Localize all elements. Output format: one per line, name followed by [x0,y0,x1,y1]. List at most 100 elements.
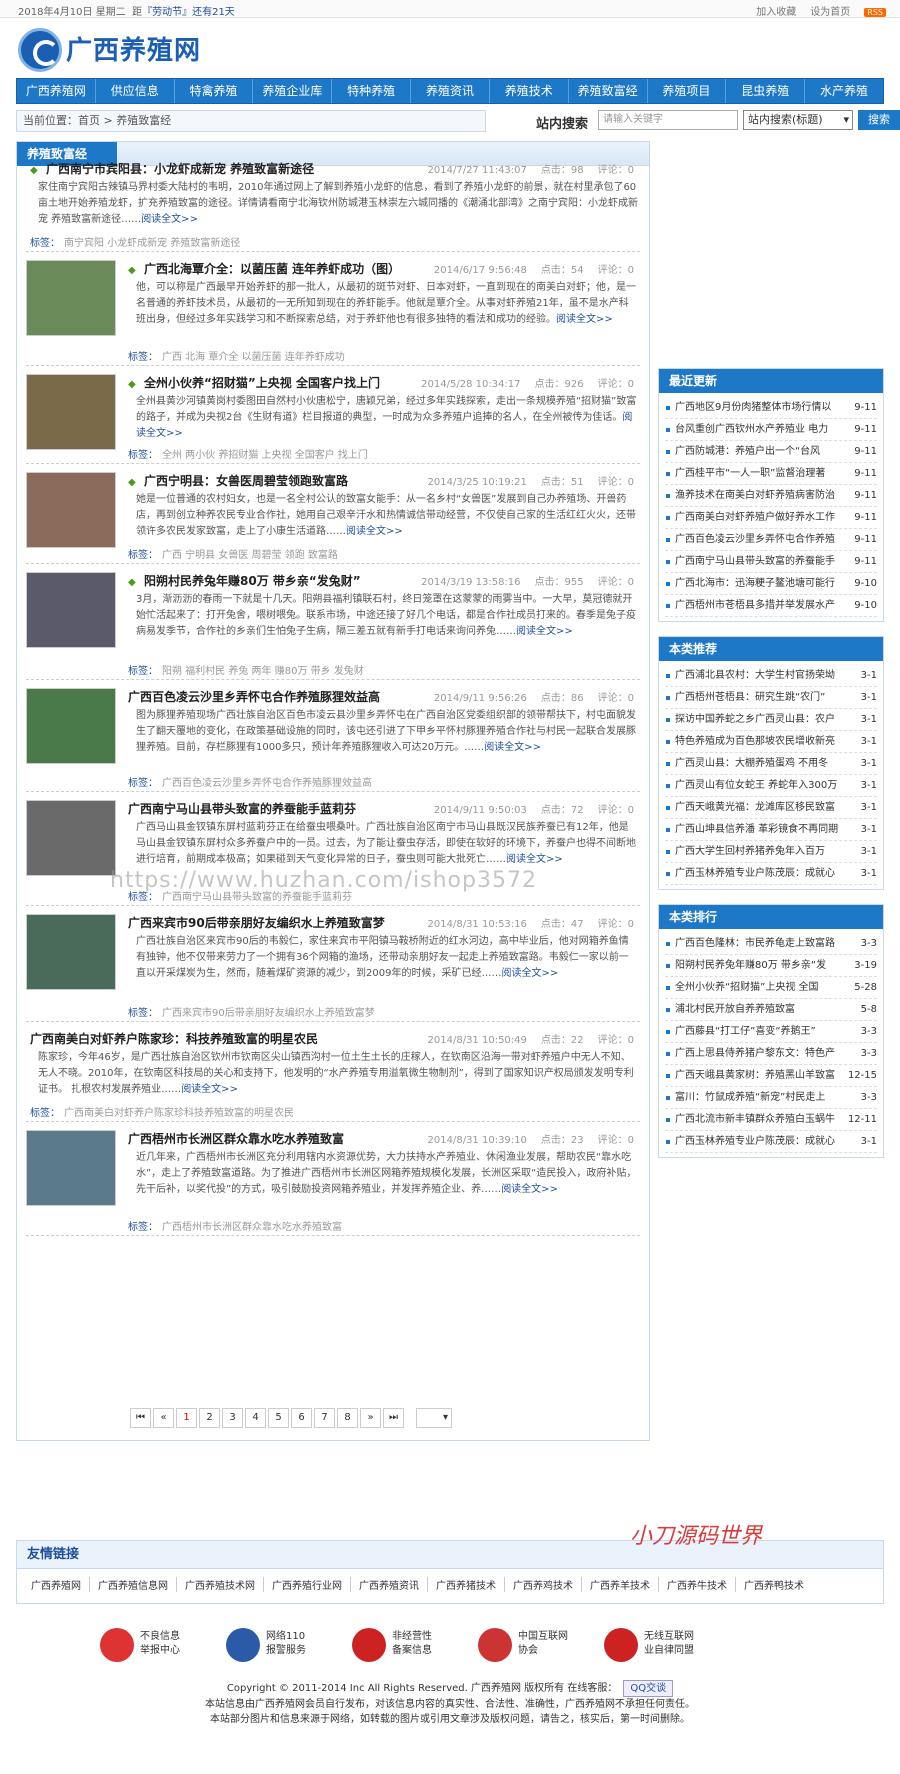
rss-icon[interactable]: RSS [864,8,886,17]
page-button[interactable]: 5 [268,1408,289,1428]
read-more-link[interactable]: 阅读全文>> [556,314,613,325]
tags-text[interactable]: 广西南宁马山县带头致富的养蚕能手蓝莉芬 [162,892,352,903]
side-list-item[interactable]: 广西地区9月份肉猪整体市场行情以 9-11 [665,397,877,419]
friend-link[interactable]: 广西养牛技术 [659,1577,736,1592]
read-more-link[interactable]: 阅读全文>> [181,1084,238,1095]
friend-link[interactable]: 广西养鸡技术 [505,1577,582,1592]
page-button[interactable]: 4 [245,1408,266,1428]
side-list-item[interactable]: 广西梧州市苍梧县多措并举发展水产 9-10 [665,595,877,617]
nav-item[interactable]: 养殖资讯 [411,79,490,103]
side-list-item[interactable]: 广西上思县侍养猪户黎东文：特色产 3-3 [665,1043,877,1065]
page-button[interactable]: ⏮ [130,1408,151,1428]
page-button[interactable]: 2 [199,1408,220,1428]
article-thumbnail[interactable] [26,572,116,648]
article-title[interactable]: 广西梧州市长洲区群众靠水吃水养殖致富 [128,1130,344,1147]
side-list-item[interactable]: 浦北村民开放自养养殖致富 5-8 [665,999,877,1021]
nav-item[interactable]: 养殖技术 [490,79,569,103]
set-homepage-link[interactable]: 设为首页 [810,7,850,18]
nav-item[interactable]: 特禽养殖 [175,79,254,103]
side-list-item[interactable]: 广西防城港：养殖户出一个“台风 9-11 [665,441,877,463]
friend-link[interactable]: 广西养殖行业网 [264,1577,351,1592]
article-title[interactable]: 广西百色凌云沙里乡弄怀屯合作养殖豚狸效益高 [128,688,380,705]
tags-text[interactable]: 南宁宾阳 小龙虾成新宠 养殖致富新途径 [64,238,240,249]
page-button[interactable]: 7 [314,1408,335,1428]
add-favorite-link[interactable]: 加入收藏 [756,7,796,18]
side-list-item[interactable]: 广西百色凌云沙里乡弄怀屯合作养殖 9-11 [665,529,877,551]
side-list-item[interactable]: 富川：竹鼠成养殖“新宠”村民走上 3-3 [665,1087,877,1109]
read-more-link[interactable]: 阅读全文>> [501,1184,558,1195]
read-more-link[interactable]: 阅读全文>> [516,626,573,637]
tags-text[interactable]: 广西百色凌云沙里乡弄怀屯合作养殖豚狸效益高 [162,778,372,789]
read-more-link[interactable]: 阅读全文>> [484,742,541,753]
nav-item[interactable]: 养殖企业库 [253,79,333,103]
friend-link[interactable]: 广西养殖资讯 [351,1577,428,1592]
article-thumbnail[interactable] [26,374,116,450]
holiday-link[interactable]: 『劳动节』还有21天 [142,7,235,18]
side-list-item[interactable]: 特色养殖成为百色那坡农民增收新亮 3-1 [665,731,877,753]
article-thumbnail[interactable] [26,688,116,764]
side-list-item[interactable]: 广西南宁马山县带头致富的养蚕能手 9-11 [665,551,877,573]
friend-link[interactable]: 广西养猪技术 [428,1577,505,1592]
side-list-item[interactable]: 广西天峨县黄家树：养殖黑山羊致富 12-15 [665,1065,877,1087]
nav-item[interactable]: 养殖项目 [648,79,727,103]
tags-text[interactable]: 广西 宁明县 女兽医 周碧莹 领跑 致富路 [162,550,338,561]
trust-badge[interactable]: 非经营性 备案信息 [352,1624,472,1664]
side-list-item[interactable]: 广西玉林养殖专业户陈茂辰：成就心 3-1 [665,1131,877,1153]
article-title[interactable]: ◆ 全州小伙养“招财猫”上央视 全国客户找上门 [128,374,380,391]
friend-link[interactable]: 广西养殖网 [23,1577,90,1592]
side-list-item[interactable]: 广西桂平市“一人一职”监督治理著 9-11 [665,463,877,485]
article-title[interactable]: ◆ 广西南宁市宾阳县：小龙虾成新宠 养殖致富新途径 [30,160,314,177]
read-more-link[interactable]: 阅读全文>> [506,854,563,865]
side-list-item[interactable]: 台风重创广西钦州水产养殖业 电力 9-11 [665,419,877,441]
friend-link[interactable]: 广西养殖信息网 [90,1577,177,1592]
side-list-item[interactable]: 探访中国养蛇之乡广西灵山县：农户 3-1 [665,709,877,731]
article-thumbnail[interactable] [26,914,116,990]
side-list-item[interactable]: 阳朔村民养兔年赚80万 带乡亲“发 3-19 [665,955,877,977]
side-list-item[interactable]: 广西南美白对虾养殖户做好养水工作 9-11 [665,507,877,529]
page-button[interactable]: » [360,1408,381,1428]
side-list-item[interactable]: 广西梧州苍梧县：研究生跳“农门” 3-1 [665,687,877,709]
trust-badge[interactable]: 网络110 报警服务 [226,1624,346,1664]
nav-item[interactable]: 昆虫养殖 [726,79,806,103]
side-list-item[interactable]: 渔养技术在南美白对虾养殖病害防治 9-11 [665,485,877,507]
trust-badge[interactable]: 无线互联网 业自律同盟 [604,1624,724,1664]
nav-item[interactable]: 特种养殖 [332,79,412,103]
side-list-item[interactable]: 广西灵山县：大棚养殖蛋鸡 不用冬 3-1 [665,753,877,775]
side-list-item[interactable]: 广西藤县“打工仔”喜变“养鹅王” 3-3 [665,1021,877,1043]
page-button[interactable]: ⏭ [383,1408,404,1428]
search-button[interactable]: 搜索 [858,110,900,130]
read-more-link[interactable]: 阅读全文>> [346,526,403,537]
page-button[interactable]: « [153,1408,174,1428]
nav-item[interactable]: 供应信息 [96,79,175,103]
side-list-item[interactable]: 广西山坤县信养潘 革彩镜食不再同期 3-1 [665,819,877,841]
article-title[interactable]: ◆ 广西北海覃介全：以菌压菌 连年养虾成功（图） [128,260,400,277]
tags-text[interactable]: 全州 两小伙 养招财猫 上央视 全国客户 找上门 [162,450,368,461]
side-list-item[interactable]: 广西天峨黄光福：龙滩库区移民致富 3-1 [665,797,877,819]
tags-text[interactable]: 阳朔 福利村民 养兔 两年 赚80万 带乡 发兔财 [162,666,364,677]
article-title[interactable]: ◆ 广西宁明县：女兽医周碧莹领跑致富路 [128,472,348,489]
article-title[interactable]: 广西南宁马山县带头致富的养蚕能手蓝莉芬 [128,800,356,817]
tags-text[interactable]: 广西来宾市90后带亲朋好友编织水上养殖致富梦 [162,1008,375,1019]
tags-text[interactable]: 广西 北海 覃介全 以菌压菌 连年养虾成功 [162,352,345,363]
article-title[interactable]: ◆ 阳朔村民养兔年赚80万 带乡亲“发兔财” [128,572,361,589]
nav-item[interactable]: 水产养殖 [805,79,883,103]
qq-chat-button[interactable]: QQ交谈 [623,1680,674,1697]
article-thumbnail[interactable] [26,1130,116,1206]
tags-text[interactable]: 广西南美白对虾养户陈家珍科技养殖致富的明星农民 [64,1108,294,1119]
side-list-item[interactable]: 广西灵山有位女蛇王 养蛇年入300万 3-1 [665,775,877,797]
side-list-item[interactable]: 全州小伙养“招财猫”上央视 全国 5-28 [665,977,877,999]
side-list-item[interactable]: 广西百色隆林：市民养龟走上致富路 3-3 [665,933,877,955]
article-title[interactable]: 广西来宾市90后带亲朋好友编织水上养殖致富梦 [128,914,385,931]
side-list-item[interactable]: 广西北流市新丰镇群众养殖白玉蜗牛 12-11 [665,1109,877,1131]
article-title[interactable]: 广西南美白对虾养户陈家珍：科技养殖致富的明星农民 [30,1030,318,1047]
read-more-link[interactable]: 阅读全文>> [141,214,198,225]
search-scope-select[interactable]: 站内搜索(标题) [743,110,853,130]
read-more-link[interactable]: 阅读全文>> [501,968,558,979]
page-select[interactable]: ▾ [416,1408,452,1428]
friend-link[interactable]: 广西养羊技术 [582,1577,659,1592]
tags-text[interactable]: 广西梧州市长洲区群众靠水吃水养殖致富 [162,1222,342,1233]
article-thumbnail[interactable] [26,472,116,548]
friend-link[interactable]: 广西养鸭技术 [736,1577,812,1592]
side-list-item[interactable]: 广西浦北县农村：大学生村官扬荣坳 3-1 [665,665,877,687]
side-list-item[interactable]: 广西北海市：迅海粳子鳌池塘可能行 9-10 [665,573,877,595]
